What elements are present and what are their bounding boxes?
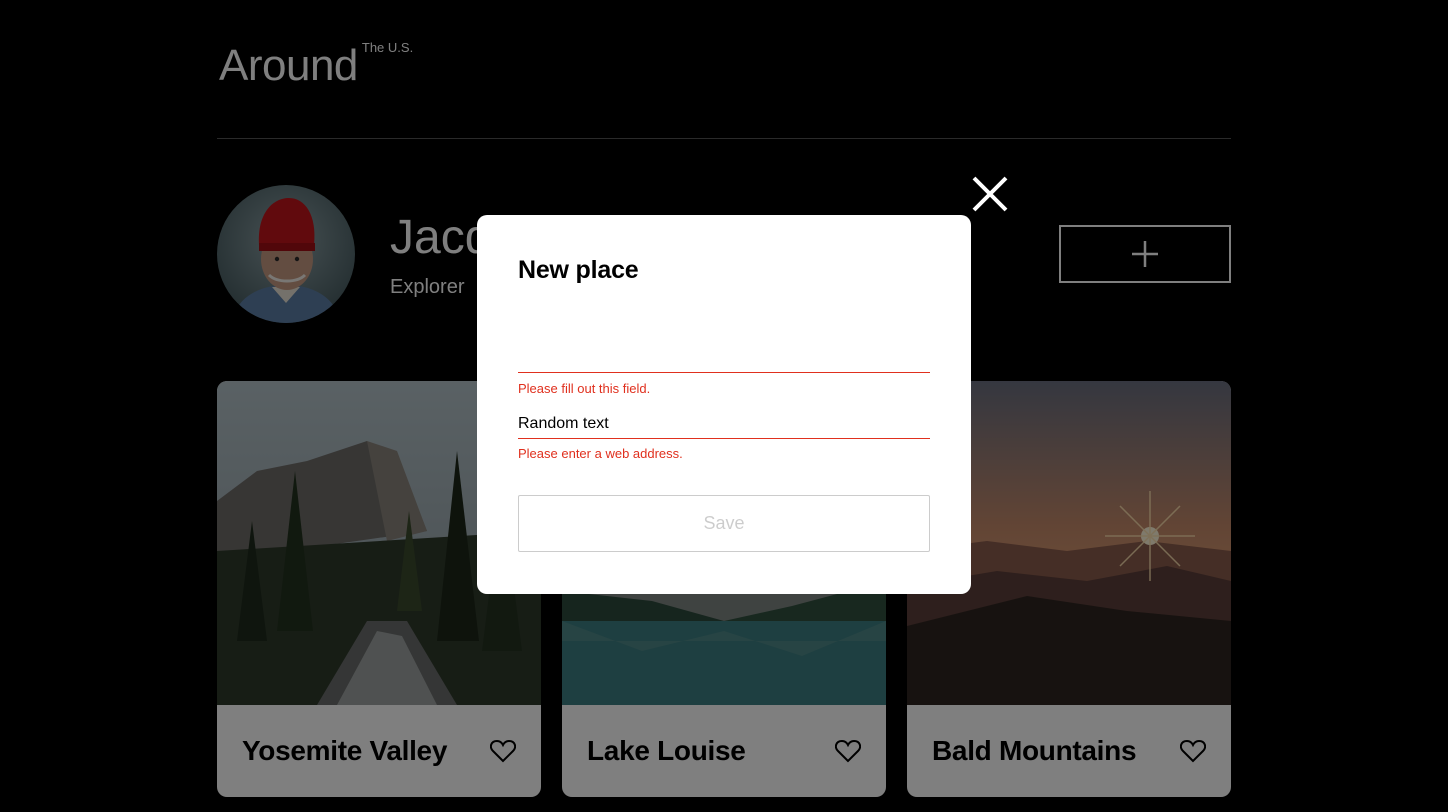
page: Around The U.S. [0, 0, 1448, 812]
new-place-modal: New place Please fill out this field. Pl… [477, 215, 971, 594]
save-button[interactable]: Save [518, 495, 930, 552]
image-link-error: Please enter a web address. [518, 446, 683, 461]
image-link-input[interactable] [518, 409, 930, 439]
modal-title: New place [518, 256, 639, 284]
place-name-input[interactable] [518, 343, 930, 373]
place-name-error: Please fill out this field. [518, 381, 651, 396]
close-icon[interactable] [970, 174, 1010, 214]
